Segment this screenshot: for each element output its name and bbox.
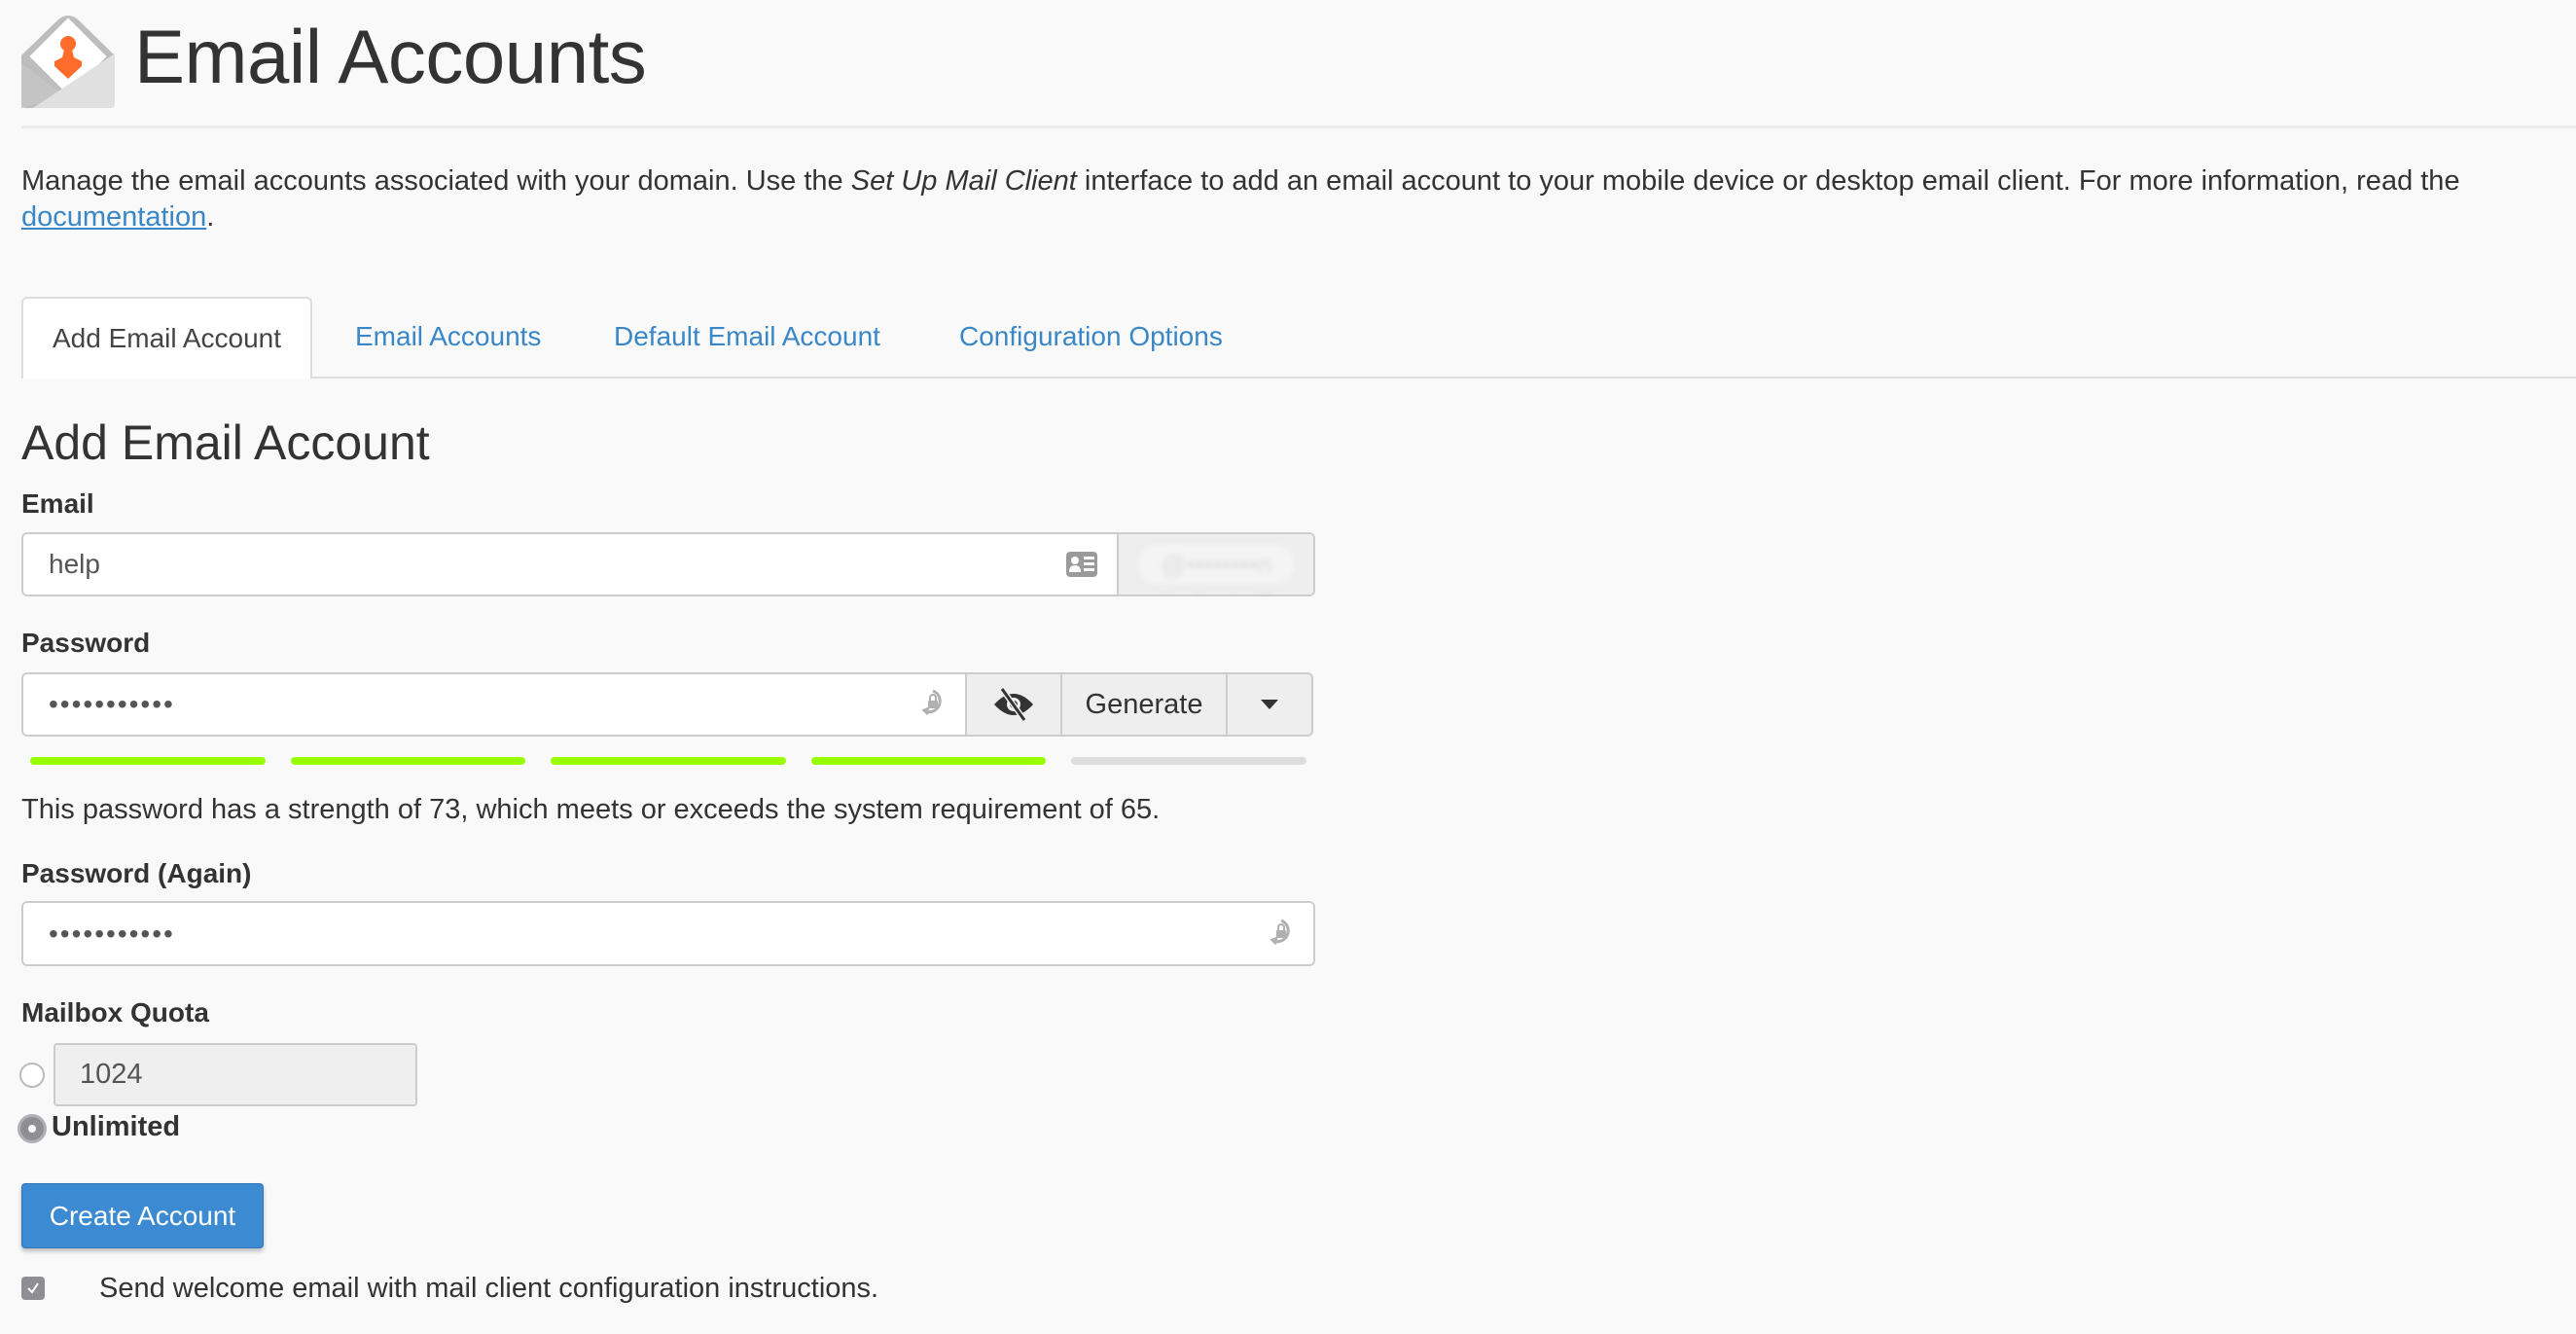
eye-slash-icon — [994, 687, 1033, 722]
password-again-input-group — [21, 901, 1315, 966]
strength-segment — [810, 757, 1047, 765]
strength-segment — [290, 757, 526, 765]
password-again-field-wrapper — [23, 903, 1313, 964]
quota-unlimited-radio[interactable] — [18, 1114, 47, 1143]
email-input[interactable] — [23, 534, 1117, 595]
generate-options-dropdown[interactable] — [1226, 674, 1311, 735]
password-input-group: Generate — [21, 672, 1313, 737]
intro-text-end: . — [206, 201, 215, 233]
tab-configuration-options[interactable]: Configuration Options — [959, 297, 1223, 377]
contact-card-icon[interactable] — [1066, 552, 1097, 577]
radio-selected-dot — [28, 1125, 36, 1133]
generate-password-button[interactable]: Generate — [1060, 674, 1226, 735]
unlimited-label[interactable]: Unlimited — [52, 1109, 180, 1144]
toggle-password-visibility-button[interactable] — [965, 674, 1060, 735]
envelope-user-icon — [21, 15, 115, 108]
section-title: Add Email Account — [21, 415, 430, 470]
quota-limited-radio[interactable] — [19, 1063, 45, 1088]
password-lock-icon — [920, 688, 946, 721]
password-field-wrapper — [23, 674, 965, 735]
password-strength-text: This password has a strength of 73, whic… — [21, 794, 1161, 825]
domain-redacted: @••••••••n (redacted) — [1138, 545, 1294, 595]
checkmark-icon — [27, 1282, 39, 1294]
email-label: Email — [21, 488, 94, 519]
password-input[interactable] — [23, 674, 965, 735]
welcome-email-label: Send welcome email with mail client conf… — [99, 1273, 879, 1304]
documentation-link[interactable]: documentation — [21, 201, 206, 233]
set-up-mail-client-emphasis: Set Up Mail Client — [850, 165, 1077, 197]
create-account-button[interactable]: Create Account — [21, 1183, 264, 1248]
tab-email-accounts[interactable]: Email Accounts — [355, 297, 541, 377]
strength-segment — [551, 757, 786, 765]
caret-down-icon — [1261, 700, 1278, 709]
password-strength-meter — [30, 757, 1306, 765]
quota-input-group: MB — [54, 1043, 417, 1106]
tab-default-email-account[interactable]: Default Email Account — [614, 297, 880, 377]
intro-text-start: Manage the email accounts associated wit… — [21, 165, 851, 197]
email-input-group: @••••••••n (redacted) — [21, 532, 1315, 596]
email-field-wrapper — [23, 534, 1117, 595]
domain-addon: @••••••••n (redacted) — [1117, 534, 1313, 595]
tab-bar: Add Email Account Email Accounts Default… — [21, 297, 2576, 379]
mailbox-quota-label: Mailbox Quota — [21, 997, 209, 1028]
strength-segment — [1071, 757, 1306, 765]
tab-bar-divider — [21, 377, 2576, 379]
tab-add-email-account[interactable]: Add Email Account — [21, 297, 313, 379]
header-divider — [21, 126, 2576, 128]
quota-row: MB — [18, 1043, 426, 1106]
quota-input[interactable] — [55, 1045, 415, 1104]
password-again-label: Password (Again) — [21, 858, 252, 888]
strength-segment — [30, 757, 266, 765]
welcome-email-checkbox[interactable] — [21, 1277, 45, 1300]
intro-text: Manage the email accounts associated wit… — [21, 163, 2551, 235]
password-label: Password — [21, 628, 151, 658]
password-again-input[interactable] — [23, 903, 1313, 964]
intro-text-middle: interface to add an email account to you… — [1076, 165, 2460, 197]
password-lock-icon — [1269, 918, 1294, 951]
page-title: Email Accounts — [134, 14, 647, 99]
